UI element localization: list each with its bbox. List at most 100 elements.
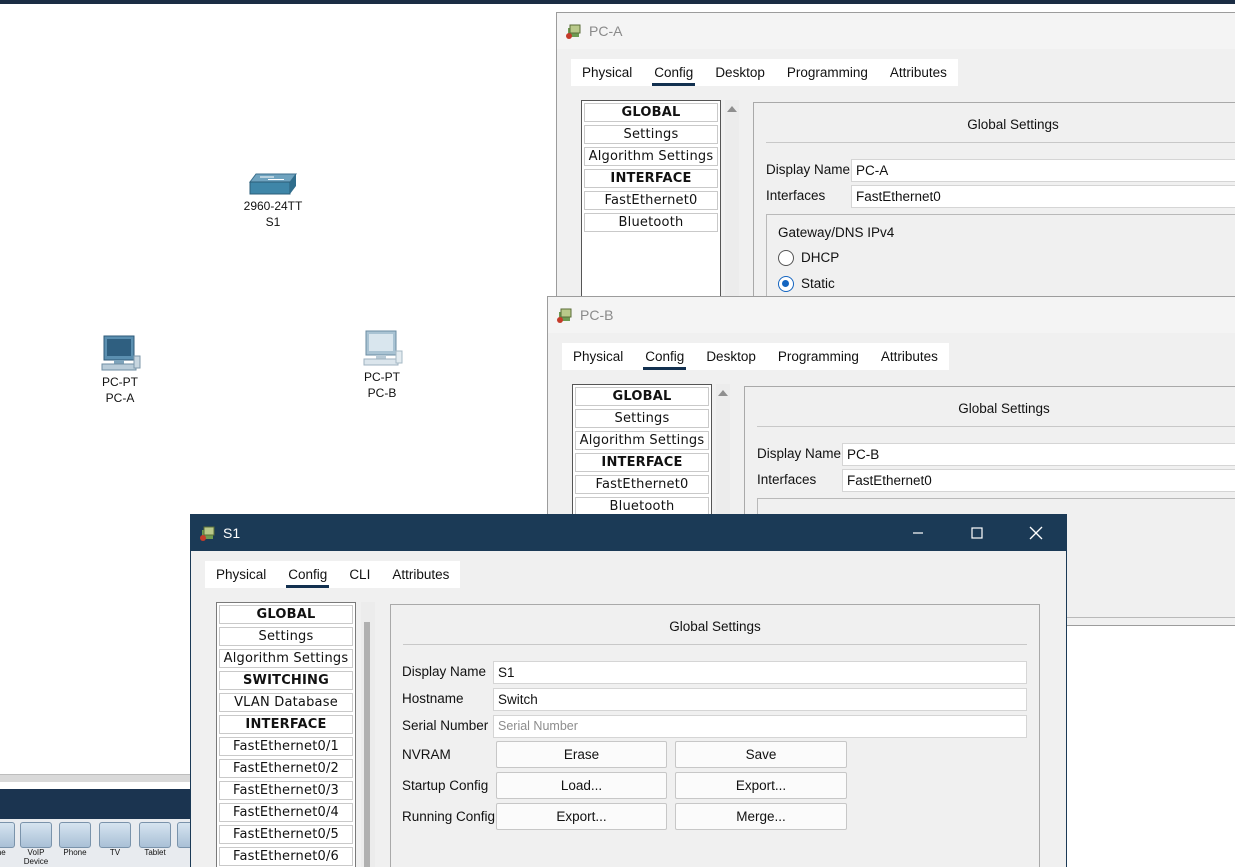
- tab-desktop[interactable]: Desktop: [695, 343, 767, 370]
- config-nav-list: GLOBAL Settings Algorithm Settings SWITC…: [216, 602, 356, 867]
- device-icon: [0, 822, 15, 848]
- dhcp-label: DHCP: [801, 250, 840, 265]
- nav-header-interface: INTERFACE: [584, 169, 718, 188]
- tab-config[interactable]: Config: [634, 343, 695, 370]
- tv-icon: [99, 822, 131, 848]
- device-type-bar: [0, 789, 190, 819]
- device-name-label: PC-B: [367, 386, 397, 400]
- switch-icon: [249, 173, 297, 195]
- device-pc-b[interactable]: PC-PT PC-B: [337, 329, 427, 401]
- window-title: PC-B: [580, 307, 614, 323]
- voip-device-icon: [20, 822, 52, 848]
- panel-heading: Global Settings: [403, 605, 1027, 645]
- display-name-label: Display Name: [766, 162, 851, 177]
- window-titlebar[interactable]: PC-A: [557, 13, 1235, 49]
- tablet-icon: [139, 822, 171, 848]
- display-name-label: Display Name: [757, 446, 842, 461]
- nvram-label: NVRAM: [402, 747, 451, 762]
- tab-config[interactable]: Config: [643, 59, 704, 86]
- palette-item-tv[interactable]: TV: [98, 822, 132, 858]
- load-startup-button[interactable]: Load...: [496, 772, 667, 799]
- save-button[interactable]: Save: [675, 741, 847, 768]
- nav-item-fastethernet0-4[interactable]: FastEthernet0/4: [219, 803, 353, 822]
- nav-item-fastethernet0[interactable]: FastEthernet0: [575, 475, 709, 494]
- nav-header-interface: INTERFACE: [575, 453, 709, 472]
- nav-item-vlan-database[interactable]: VLAN Database: [219, 693, 353, 712]
- tab-bar: Physical Config CLI Attributes: [205, 561, 461, 588]
- window-title: S1: [223, 525, 241, 541]
- nav-header-global: GLOBAL: [584, 103, 718, 122]
- tab-physical[interactable]: Physical: [562, 343, 634, 370]
- tab-physical[interactable]: Physical: [571, 59, 643, 86]
- tab-config[interactable]: Config: [277, 561, 338, 588]
- top-strip: [0, 0, 1235, 4]
- scroll-thumb[interactable]: [364, 622, 370, 867]
- tab-cli[interactable]: CLI: [338, 561, 381, 588]
- nav-scrollbar[interactable]: [725, 100, 739, 311]
- interfaces-select[interactable]: FastEthernet0: [851, 185, 1235, 208]
- display-name-field[interactable]: PC-A: [851, 159, 1235, 182]
- tab-attributes[interactable]: Attributes: [879, 59, 958, 86]
- scroll-up-icon[interactable]: [718, 390, 728, 396]
- export-running-button[interactable]: Export...: [496, 803, 667, 830]
- nav-item-fastethernet0-1[interactable]: FastEthernet0/1: [219, 737, 353, 756]
- nav-item-fastethernet0-2[interactable]: FastEthernet0/2: [219, 759, 353, 778]
- device-model-label: PC-PT: [364, 370, 400, 384]
- device-pc-a[interactable]: PC-PT PC-A: [75, 334, 165, 406]
- dhcp-radio[interactable]: [778, 250, 794, 266]
- nav-header-interface: INTERFACE: [219, 715, 353, 734]
- nav-item-fastethernet0[interactable]: FastEthernet0: [584, 191, 718, 210]
- running-config-label: Running Config: [402, 809, 496, 824]
- nav-item-algorithm-settings[interactable]: Algorithm Settings: [219, 649, 353, 668]
- maximize-button[interactable]: [948, 515, 1006, 551]
- minimize-icon: [913, 532, 923, 534]
- tab-programming[interactable]: Programming: [776, 59, 879, 86]
- nav-scrollbar[interactable]: [361, 602, 375, 867]
- device-model-label: 2960-24TT: [243, 199, 303, 213]
- erase-button[interactable]: Erase: [496, 741, 667, 768]
- tab-physical[interactable]: Physical: [205, 561, 277, 588]
- palette-item-tablet[interactable]: Tablet: [138, 822, 172, 858]
- nav-item-algorithm-settings[interactable]: Algorithm Settings: [584, 147, 718, 166]
- nav-item-settings[interactable]: Settings: [575, 409, 709, 428]
- nav-header-switching: SWITCHING: [219, 671, 353, 690]
- static-radio[interactable]: [778, 276, 794, 292]
- nav-item-bluetooth[interactable]: Bluetooth: [584, 213, 718, 232]
- minimize-button[interactable]: [889, 515, 947, 551]
- packet-tracer-icon: [200, 526, 215, 541]
- display-name-field[interactable]: S1: [493, 661, 1027, 684]
- window-titlebar[interactable]: PC-B: [548, 297, 1235, 333]
- nav-item-fastethernet0-3[interactable]: FastEthernet0/3: [219, 781, 353, 800]
- nav-item-fastethernet0-5[interactable]: FastEthernet0/5: [219, 825, 353, 844]
- tab-programming[interactable]: Programming: [767, 343, 870, 370]
- nav-item-fastethernet0-6[interactable]: FastEthernet0/6: [219, 847, 353, 866]
- export-startup-button[interactable]: Export...: [675, 772, 847, 799]
- tab-attributes[interactable]: Attributes: [870, 343, 949, 370]
- config-nav-list: GLOBAL Settings Algorithm Settings INTER…: [581, 100, 721, 311]
- packet-tracer-icon: [566, 24, 581, 39]
- nav-item-algorithm-settings[interactable]: Algorithm Settings: [575, 431, 709, 450]
- device-s1[interactable]: 2960-24TT S1: [228, 170, 318, 230]
- palette-item-label: VoIP Device: [23, 848, 49, 866]
- interfaces-select[interactable]: FastEthernet0: [842, 469, 1235, 492]
- merge-running-button[interactable]: Merge...: [675, 803, 847, 830]
- nav-item-settings[interactable]: Settings: [584, 125, 718, 144]
- hostname-field[interactable]: Switch: [493, 688, 1027, 711]
- workspace-horizontal-scrollbar[interactable]: [0, 774, 190, 782]
- close-icon: [1029, 526, 1043, 540]
- tab-attributes[interactable]: Attributes: [381, 561, 460, 588]
- close-button[interactable]: [1007, 515, 1065, 551]
- palette-item-label: Tablet: [144, 848, 166, 857]
- display-name-field[interactable]: PC-B: [842, 443, 1235, 466]
- scroll-up-icon[interactable]: [727, 106, 737, 112]
- palette-item-generic[interactable]: one: [0, 822, 16, 858]
- palette-item-voip[interactable]: VoIP Device: [19, 822, 53, 866]
- global-settings-panel: Global Settings Display Name S1 Hostname…: [390, 604, 1040, 867]
- serial-number-label: Serial Number: [402, 718, 489, 733]
- tab-desktop[interactable]: Desktop: [704, 59, 776, 86]
- nav-item-settings[interactable]: Settings: [219, 627, 353, 646]
- serial-number-field[interactable]: Serial Number: [493, 715, 1027, 738]
- palette-item-phone[interactable]: Phone: [58, 822, 92, 858]
- interfaces-label: Interfaces: [757, 472, 817, 487]
- panel-heading: Global Settings: [757, 387, 1235, 427]
